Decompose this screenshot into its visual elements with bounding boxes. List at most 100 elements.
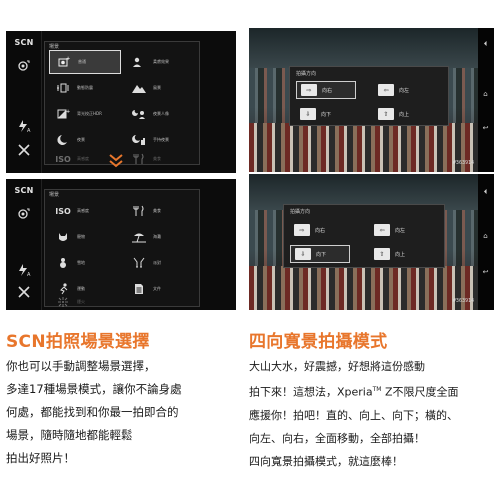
scene-option-label: 背光校正HDR xyxy=(77,111,102,116)
handheld-twilight-icon xyxy=(131,134,147,146)
scene-option-label: 普通 xyxy=(78,59,86,64)
beach-icon xyxy=(131,231,147,243)
scene-option-night-scene[interactable]: 夜景 xyxy=(49,128,121,152)
scene-option-high-sensitivity[interactable]: ISO 高感度 xyxy=(49,199,121,223)
direction-label: 向右 xyxy=(315,227,326,234)
scene-option-party[interactable]: 派對 xyxy=(125,251,197,275)
scene-option-fireworks[interactable]: 煙火 xyxy=(49,296,121,308)
camera-side-bar: SCN A xyxy=(6,179,42,310)
recent-nav-icon[interactable]: ↩ xyxy=(481,268,490,276)
nav-strip: ⏴ ⌂ ↩ xyxy=(478,174,494,310)
arrow-right-icon: ⇨ xyxy=(294,224,310,236)
sweep-description-text: 拍下來！這想法，Xperia xyxy=(249,385,373,399)
scene-option-beach[interactable]: 海灘 xyxy=(125,225,197,249)
direction-dialog: 拍攝方向 ⇨ 向右 ⇦ 向左 ⇩ 向下 ⇧ 向上 xyxy=(283,204,445,268)
sweep-description: 大山大水，好震撼，好想將這份感動 拍下來！這想法，XperiaTM Z不限尺度全… xyxy=(249,355,459,473)
scene-settings-icon[interactable] xyxy=(6,207,42,221)
recent-nav-icon[interactable]: ↩ xyxy=(481,124,490,132)
arrow-up-icon: ⇧ xyxy=(378,108,394,120)
scn-label[interactable]: SCN xyxy=(6,38,42,47)
scene-option-night-portrait[interactable]: 夜景人像 xyxy=(125,102,197,126)
scene-option-label: 美食 xyxy=(153,208,161,213)
high-sensitivity-icon: ISO xyxy=(55,154,71,164)
arrow-down-icon: ⇩ xyxy=(300,108,316,120)
direction-label: 向下 xyxy=(321,111,332,118)
svg-text:+: + xyxy=(66,109,70,115)
sports-icon xyxy=(55,283,71,295)
landscape-icon xyxy=(131,82,147,94)
direction-dialog-title: 拍攝方向 xyxy=(290,209,311,215)
anti-motion-blur-icon xyxy=(55,82,71,94)
sweep-screen-top: 拍攝方向 ⇨ 向右 ⇦ 向左 ⇩ 向下 ⇧ 向上 #363914 ⏴ ⌂ ↩ xyxy=(249,28,494,172)
scene-screen-bottom: SCN A 場景 ISO 高感度 美食 寵物 海灘 雪地 派對 運動 文件 煙火 xyxy=(6,179,236,310)
scroll-down-chevron-icon xyxy=(108,153,124,173)
scene-option-label: 手持夜景 xyxy=(153,137,169,142)
home-nav-icon[interactable]: ⌂ xyxy=(481,90,490,98)
scene-option-normal[interactable]: + 普通 xyxy=(49,50,121,74)
scene-grid-title: 場景 xyxy=(49,44,60,50)
party-icon xyxy=(131,257,147,269)
scene-option-label: 風景 xyxy=(153,85,161,90)
arrow-left-icon: ⇦ xyxy=(378,84,394,96)
direction-label: 向左 xyxy=(399,87,410,94)
scene-option-snow[interactable]: 雪地 xyxy=(49,251,121,275)
scene-grid: 場景 ISO 高感度 美食 寵物 海灘 雪地 派對 運動 文件 煙火 xyxy=(44,189,200,307)
direction-option-left[interactable]: ⇦ 向左 xyxy=(374,81,434,99)
scene-option-label: 夜景 xyxy=(77,137,85,142)
scene-option-label: 高感度 xyxy=(77,208,89,213)
pet-icon xyxy=(55,231,71,243)
sweep-description-line: 向左、向右，全面移動，全部拍攝！ xyxy=(249,431,425,445)
scene-grid: 場景 + 普通 柔膚效果 動態防震 風景 + 背光校正HDR 夜景人像 夜景 手… xyxy=(44,41,200,165)
scene-option-label: 煙火 xyxy=(77,299,85,304)
sweep-screen-bottom: 拍攝方向 ⇨ 向右 ⇦ 向左 ⇩ 向下 ⇧ 向上 #363914 ⏴ ⌂ ↩ xyxy=(249,174,494,310)
backlight-hdr-icon: + xyxy=(55,108,71,120)
scene-option-label: 海灘 xyxy=(153,234,161,239)
direction-option-up[interactable]: ⇧ 向上 xyxy=(370,245,430,263)
tools-icon[interactable] xyxy=(6,143,42,157)
scene-option-backlight-hdr[interactable]: + 背光校正HDR xyxy=(49,102,121,126)
sweep-heading: 四向寬景拍攝模式 xyxy=(249,332,388,352)
back-nav-icon[interactable]: ⏴ xyxy=(481,188,490,197)
back-nav-icon[interactable]: ⏴ xyxy=(481,40,490,49)
scene-option-gourmet[interactable]: 美食 xyxy=(125,199,197,223)
scene-option-handheld-twilight[interactable]: 手持夜景 xyxy=(125,128,197,152)
scene-option-landscape[interactable]: 風景 xyxy=(125,76,197,100)
scene-grid-title: 場景 xyxy=(49,192,60,198)
arrow-down-icon: ⇩ xyxy=(295,248,311,260)
direction-option-right[interactable]: ⇨ 向右 xyxy=(296,81,356,99)
scene-settings-icon[interactable] xyxy=(6,59,42,73)
snow-icon xyxy=(55,257,71,269)
direction-option-right[interactable]: ⇨ 向右 xyxy=(290,221,350,239)
direction-option-down[interactable]: ⇩ 向下 xyxy=(296,105,356,123)
scene-option-label: 雪地 xyxy=(77,260,85,265)
scene-option-anti-motion-blur[interactable]: 動態防震 xyxy=(49,76,121,100)
direction-option-down[interactable]: ⇩ 向下 xyxy=(290,245,350,263)
auto-flash-icon[interactable]: A xyxy=(6,263,42,277)
direction-label: 向下 xyxy=(316,251,327,258)
home-nav-icon[interactable]: ⌂ xyxy=(481,232,490,240)
high-sensitivity-icon: ISO xyxy=(55,206,71,216)
scene-option-pet[interactable]: 寵物 xyxy=(49,225,121,249)
arrow-left-icon: ⇦ xyxy=(374,224,390,236)
direction-label: 向上 xyxy=(399,111,410,118)
nav-strip: ⏴ ⌂ ↩ xyxy=(478,28,494,172)
tools-icon[interactable] xyxy=(6,285,42,299)
direction-option-up[interactable]: ⇧ 向上 xyxy=(374,105,434,123)
scene-option-label: 寵物 xyxy=(77,234,85,239)
scene-option-soft-skin[interactable]: 柔膚效果 xyxy=(125,50,197,74)
sweep-description-line: 大山大水，好震撼，好想將這份感動 xyxy=(249,360,425,373)
scn-description-line: 多達17種場景模式，讓你不論身處 xyxy=(6,382,182,396)
scene-option-gourmet[interactable]: 美食 xyxy=(125,152,197,166)
sweep-description-line: 四向寬景拍攝模式，就這麼棒！ xyxy=(249,454,403,468)
arrow-up-icon: ⇧ xyxy=(374,248,390,260)
scene-option-document[interactable]: 文件 xyxy=(125,277,197,301)
image-counter: #363914 xyxy=(452,160,474,166)
auto-flash-icon[interactable]: A xyxy=(6,119,42,133)
direction-option-left[interactable]: ⇦ 向左 xyxy=(370,221,430,239)
soft-skin-icon xyxy=(131,56,147,68)
sweep-description-line: 應援你！拍吧！直的、向上、向下；橫的、 xyxy=(249,408,458,422)
scn-description: 你也可以手動調整場景選擇， 多達17種場景模式，讓你不論身處 何處，都能找到和你… xyxy=(6,355,182,470)
image-counter: #363914 xyxy=(452,298,474,304)
scn-label[interactable]: SCN xyxy=(6,186,42,195)
direction-label: 向右 xyxy=(322,87,333,94)
